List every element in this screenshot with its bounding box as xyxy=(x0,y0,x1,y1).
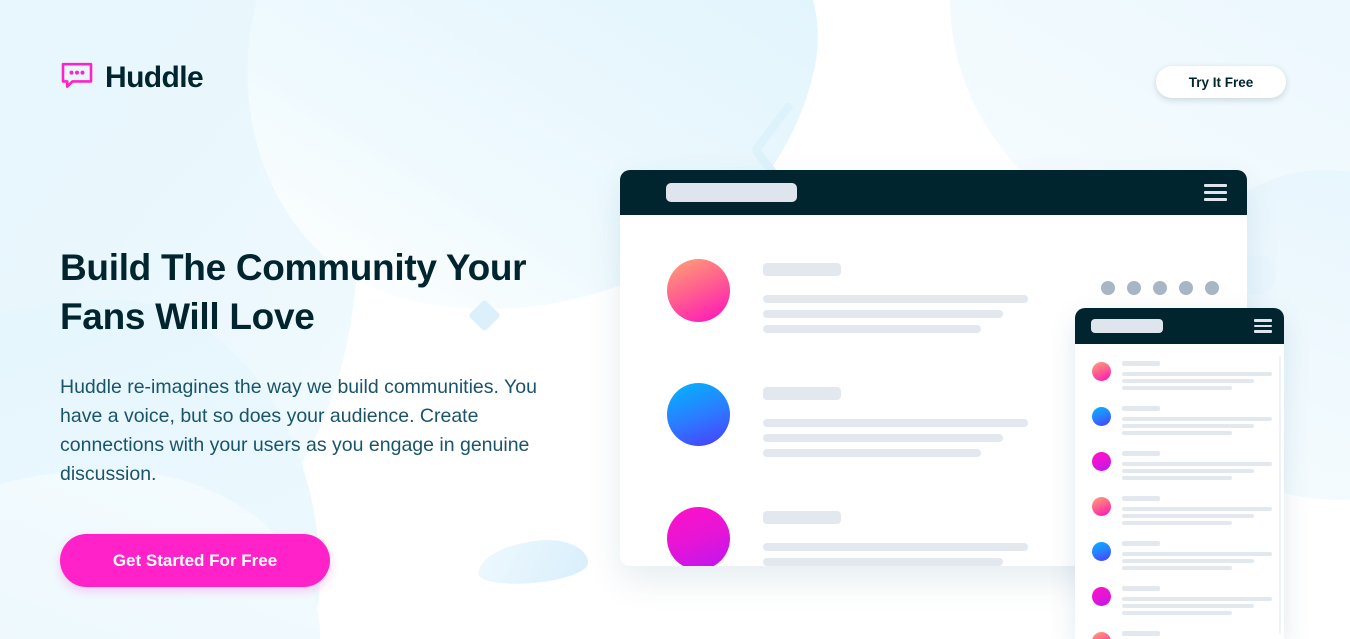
list-item xyxy=(1075,586,1284,618)
list-item xyxy=(1075,451,1284,483)
hero-subtitle: Huddle re-imagines the way we build comm… xyxy=(60,376,537,485)
speech-bubble-icon xyxy=(61,62,93,88)
mobile-mockup-list xyxy=(1075,344,1284,639)
list-item xyxy=(1075,406,1284,438)
list-item xyxy=(1075,631,1284,639)
mobile-mockup-illustration xyxy=(1075,308,1284,639)
try-it-free-button[interactable]: Try It Free xyxy=(1156,66,1286,98)
avatar xyxy=(1092,587,1111,606)
avatar xyxy=(1092,542,1111,561)
page-title: Build The Community Your Fans Will Love xyxy=(60,247,527,337)
avatar xyxy=(1092,452,1111,471)
hamburger-menu-icon[interactable] xyxy=(1204,184,1227,201)
avatar xyxy=(667,259,730,322)
list-item xyxy=(1075,541,1284,573)
browser-mockup-topbar xyxy=(620,170,1247,215)
avatar xyxy=(1092,497,1111,516)
mobile-mockup-scrollbar[interactable] xyxy=(1279,356,1281,634)
get-started-button[interactable]: Get Started For Free xyxy=(60,534,330,587)
landing-page: Huddle Try It Free Build The Community Y… xyxy=(0,0,1350,639)
site-header: Huddle Try It Free xyxy=(0,0,1350,165)
list-item xyxy=(1075,496,1284,528)
logo-text: Huddle xyxy=(105,60,204,94)
avatar xyxy=(1092,362,1111,381)
browser-mockup-url-placeholder xyxy=(666,183,797,202)
avatar xyxy=(667,507,730,566)
mockup-row-text-placeholder xyxy=(763,259,1101,340)
hero-section: Build The Community Your Fans Will Love … xyxy=(60,243,580,587)
avatar xyxy=(1092,632,1111,639)
avatar xyxy=(667,383,730,446)
list-item xyxy=(1075,361,1284,393)
mobile-mockup-topbar xyxy=(1075,308,1284,344)
avatar xyxy=(1092,407,1111,426)
mobile-mockup-url-placeholder xyxy=(1091,319,1163,333)
hamburger-menu-icon[interactable] xyxy=(1254,319,1272,333)
logo[interactable]: Huddle xyxy=(60,60,204,94)
mockup-row-dots xyxy=(1101,259,1219,295)
